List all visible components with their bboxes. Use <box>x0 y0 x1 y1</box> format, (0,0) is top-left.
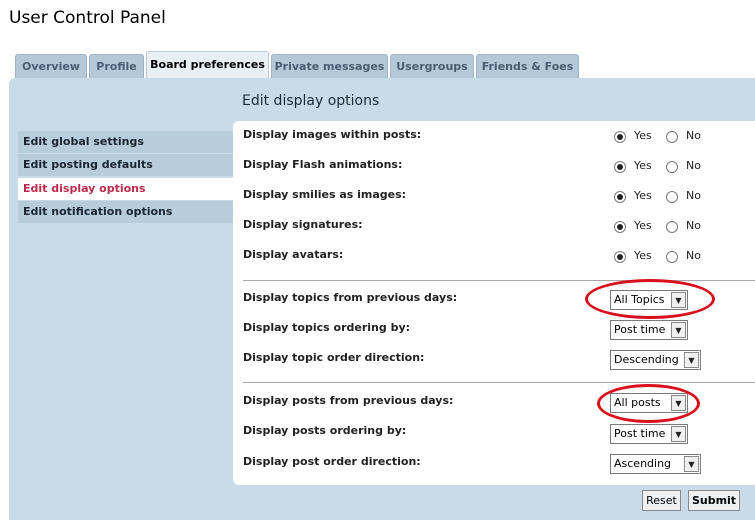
setting-label-topic-days: Display topics from previous days: <box>243 291 458 304</box>
setting-label-post-order: Display posts ordering by: <box>243 424 407 437</box>
chevron-down-icon: ▼ <box>671 322 686 338</box>
flash-yes-radio[interactable] <box>614 161 626 173</box>
setting-label-signatures: Display signatures: <box>243 218 363 231</box>
tab-private-messages[interactable]: Private messages <box>271 54 388 78</box>
avatars-yes-label: Yes <box>634 249 652 262</box>
sidebar-item-display-options[interactable]: Edit display options <box>18 178 233 200</box>
sidebar-item-notification-options[interactable]: Edit notification options <box>18 201 233 223</box>
topic-order-select[interactable]: Post time ▼ <box>610 320 688 340</box>
images-no-radio[interactable] <box>666 131 678 143</box>
setting-label-avatars: Display avatars: <box>243 248 344 261</box>
avatars-yes-radio[interactable] <box>614 251 626 263</box>
highlight-ellipse <box>597 384 700 423</box>
setting-label-topic-order: Display topics ordering by: <box>243 321 411 334</box>
topic-direction-value: Descending <box>614 353 679 366</box>
smilies-yes-radio[interactable] <box>614 191 626 203</box>
sidebar-item-global-settings[interactable]: Edit global settings <box>18 131 233 153</box>
signatures-no-radio[interactable] <box>666 221 678 233</box>
divider <box>243 382 755 383</box>
reset-button[interactable]: Reset <box>642 490 681 511</box>
tab-usergroups[interactable]: Usergroups <box>390 54 474 78</box>
tab-overview[interactable]: Overview <box>15 54 87 78</box>
tab-profile[interactable]: Profile <box>89 54 144 78</box>
post-order-value: Post time <box>614 427 666 440</box>
flash-yes-label: Yes <box>634 159 652 172</box>
setting-label-post-direction: Display post order direction: <box>243 455 421 468</box>
avatars-no-label: No <box>686 249 701 262</box>
setting-label-post-days: Display posts from previous days: <box>243 394 454 407</box>
sidebar-item-posting-defaults[interactable]: Edit posting defaults <box>18 154 233 176</box>
topic-direction-select[interactable]: Descending ▼ <box>610 350 701 370</box>
flash-no-label: No <box>686 159 701 172</box>
images-yes-radio[interactable] <box>614 131 626 143</box>
setting-label-smilies: Display smilies as images: <box>243 188 407 201</box>
images-yes-label: Yes <box>634 129 652 142</box>
signatures-yes-radio[interactable] <box>614 221 626 233</box>
topic-order-value: Post time <box>614 323 666 336</box>
smilies-no-label: No <box>686 189 701 202</box>
flash-no-radio[interactable] <box>666 161 678 173</box>
tab-board-preferences[interactable]: Board preferences <box>146 51 269 79</box>
smilies-yes-label: Yes <box>634 189 652 202</box>
chevron-down-icon: ▼ <box>684 456 699 472</box>
post-order-select[interactable]: Post time ▼ <box>610 424 688 444</box>
tab-friends-foes[interactable]: Friends & Foes <box>476 54 579 78</box>
section-title: Edit display options <box>242 93 380 109</box>
images-no-label: No <box>686 129 701 142</box>
chevron-down-icon: ▼ <box>684 352 699 368</box>
smilies-no-radio[interactable] <box>666 191 678 203</box>
avatars-no-radio[interactable] <box>666 251 678 263</box>
post-direction-select[interactable]: Ascending ▼ <box>610 454 701 474</box>
setting-label-flash: Display Flash animations: <box>243 158 403 171</box>
post-direction-value: Ascending <box>614 457 672 470</box>
setting-label-topic-direction: Display topic order direction: <box>243 351 425 364</box>
page-title: User Control Panel <box>9 8 166 28</box>
submit-button[interactable]: Submit <box>688 490 740 511</box>
chevron-down-icon: ▼ <box>671 426 686 442</box>
signatures-no-label: No <box>686 219 701 232</box>
signatures-yes-label: Yes <box>634 219 652 232</box>
highlight-ellipse <box>585 279 715 319</box>
setting-label-images: Display images within posts: <box>243 128 422 141</box>
